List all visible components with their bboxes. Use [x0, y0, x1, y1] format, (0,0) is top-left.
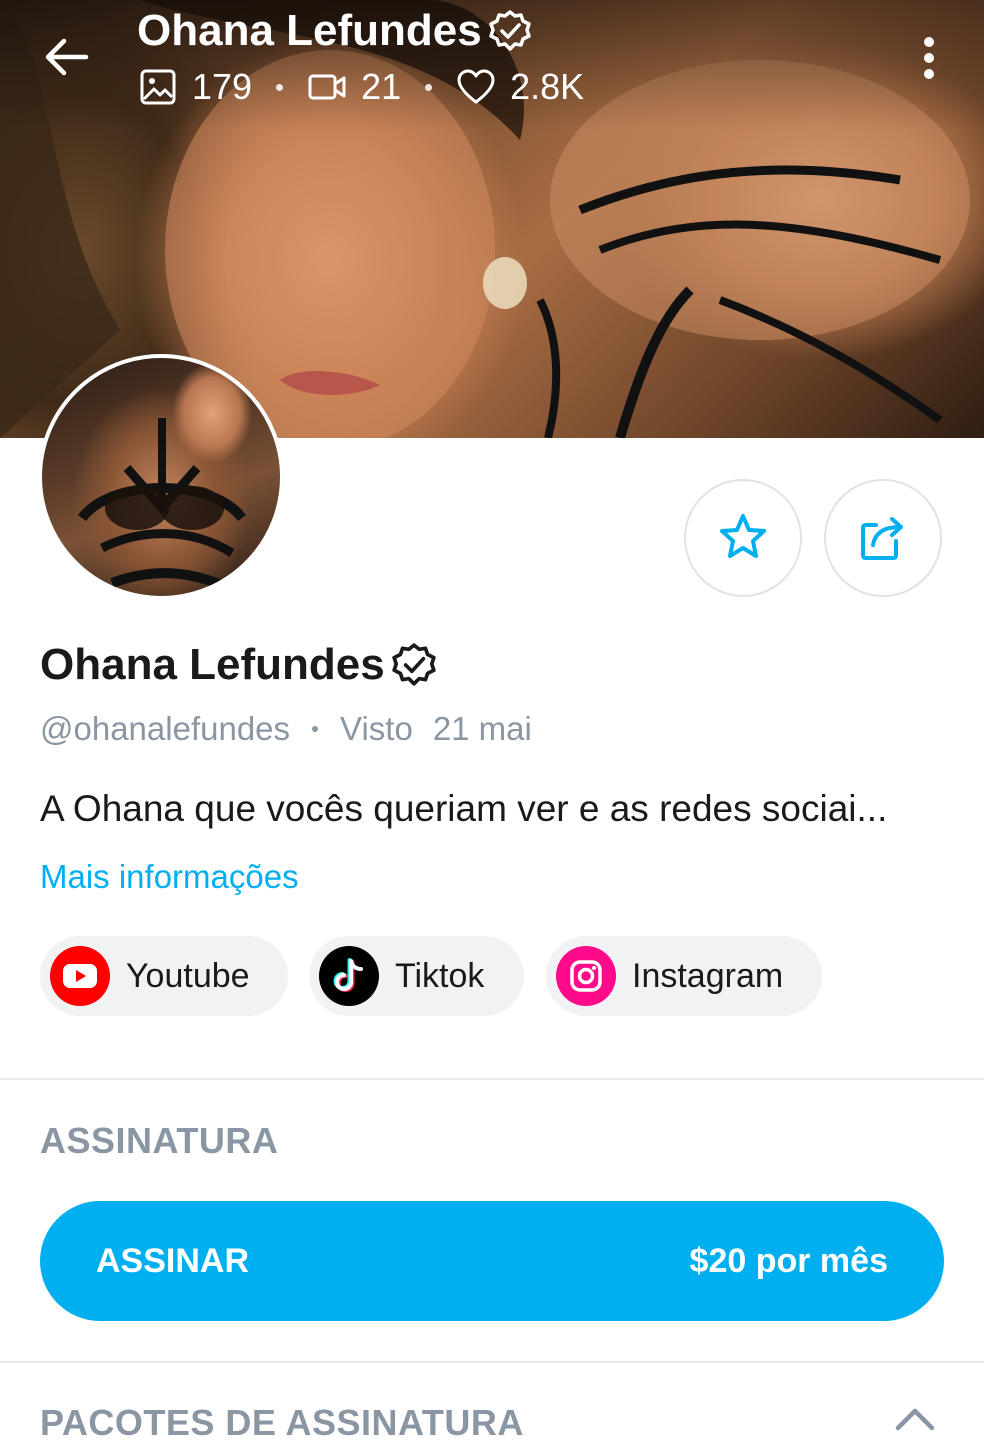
verified-badge-icon: [488, 10, 531, 51]
social-link-label: Tiktok: [395, 956, 485, 995]
header-title-text: Ohana Lefundes: [137, 6, 482, 55]
avatar-figure: [78, 418, 246, 595]
social-link-label: Youtube: [126, 956, 250, 995]
youtube-icon: [50, 946, 110, 1006]
bundles-section-title: PACOTES DE ASSINATURA: [40, 1402, 524, 1443]
arrow-left-icon[interactable]: [40, 30, 94, 84]
subscribe-button-label: ASSINAR: [96, 1241, 250, 1280]
social-link-label: Instagram: [632, 956, 784, 995]
top-bar: Ohana Lefundes 179 21 2.8K: [0, 0, 984, 120]
share-icon: [861, 517, 903, 560]
social-link-tiktok[interactable]: Tiktok: [309, 936, 524, 1016]
header-title: Ohana Lefundes: [137, 6, 532, 56]
heart-icon: [457, 69, 495, 104]
subscribe-price: $20 por mês: [689, 1241, 888, 1280]
last-seen-label: Visto: [340, 710, 413, 747]
avatar[interactable]: [38, 354, 284, 600]
instagram-icon: [556, 946, 616, 1006]
header-stats: 179 21 2.8K: [138, 66, 584, 108]
favorite-button[interactable]: [684, 479, 802, 597]
photos-count: 179: [192, 66, 253, 107]
profile-bio: A Ohana que vocês queriam ver e as redes…: [40, 788, 888, 829]
more-vertical-icon[interactable]: [912, 34, 946, 82]
separator-dot: [312, 726, 319, 732]
likes-stat: 2.8K: [456, 66, 584, 108]
likes-count: 2.8K: [510, 66, 585, 107]
subscribe-button[interactable]: ASSINAR $20 por mês: [40, 1201, 944, 1321]
videos-stat: 21: [307, 66, 401, 108]
share-button[interactable]: [824, 479, 942, 597]
verified-badge-icon: [392, 643, 436, 686]
tiktok-icon: [319, 946, 379, 1006]
section-divider: [0, 1078, 984, 1080]
last-seen-date: 21 mai: [432, 710, 532, 747]
profile-meta: @ohanalefundes Visto 21 mai: [40, 710, 532, 748]
image-icon: [140, 69, 176, 105]
more-info-link[interactable]: Mais informações: [40, 858, 299, 896]
star-icon: [720, 514, 766, 558]
profile-name-text: Ohana Lefundes: [40, 640, 385, 689]
separator-dot: [276, 83, 284, 91]
profile-handle: @ohanalefundes: [40, 710, 291, 747]
section-divider: [0, 1361, 984, 1363]
social-link-youtube[interactable]: Youtube: [40, 936, 288, 1016]
photos-stat: 179: [138, 66, 252, 108]
chevron-up-icon[interactable]: [894, 1404, 936, 1434]
social-link-instagram[interactable]: Instagram: [546, 936, 822, 1016]
profile-name: Ohana Lefundes: [40, 640, 437, 690]
subscription-section-title: ASSINATURA: [40, 1120, 279, 1161]
videos-count: 21: [361, 66, 402, 107]
separator-dot: [425, 83, 433, 91]
video-icon: [308, 74, 346, 100]
